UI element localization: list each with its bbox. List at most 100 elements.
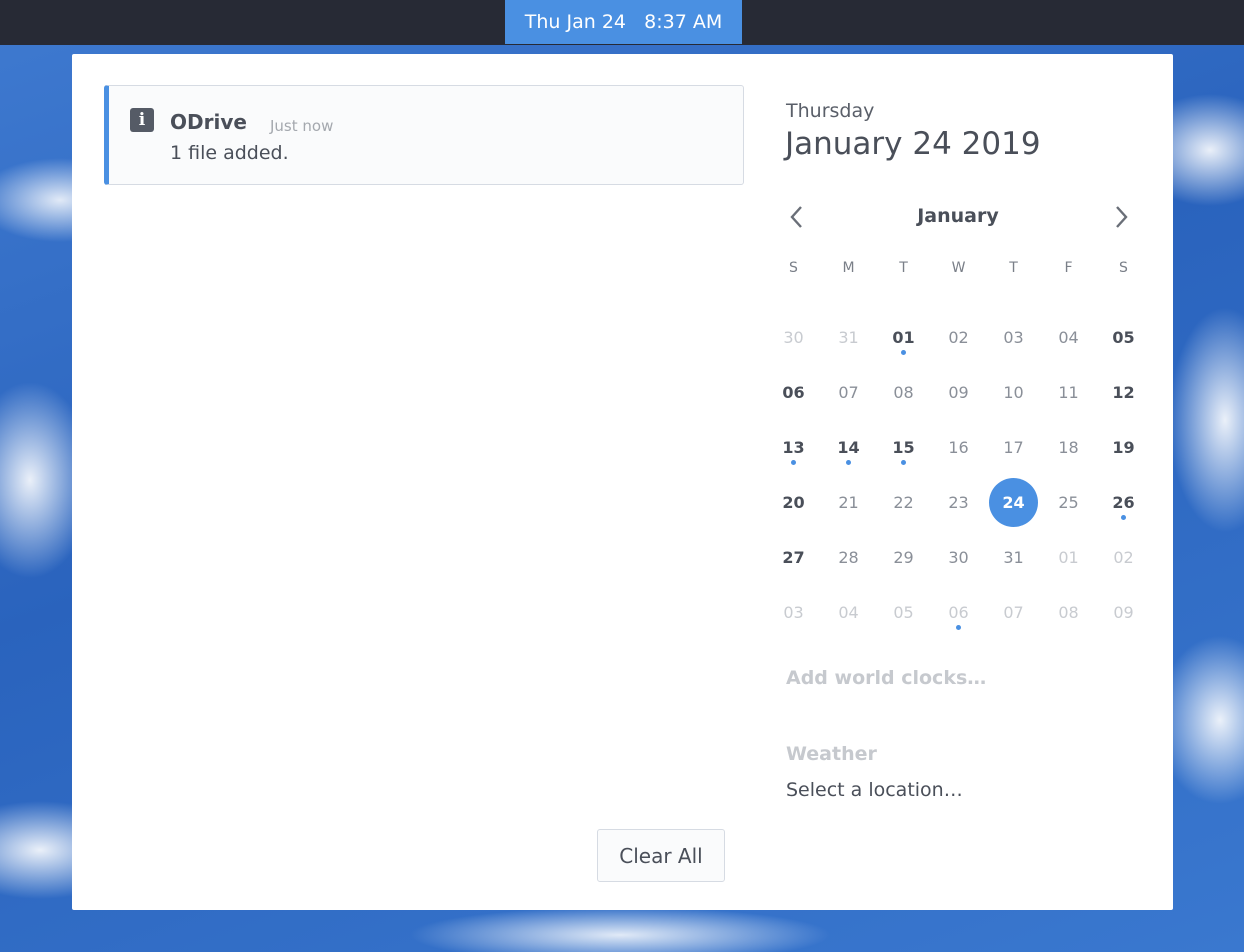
day-number: 08 [1058,603,1079,622]
calendar-day[interactable]: 04 [821,585,876,640]
day-number: 12 [1112,383,1135,402]
date-time-button[interactable]: Thu Jan 24 8:37 AM [505,0,742,44]
calendar-day[interactable]: 07 [986,585,1041,640]
select-location-link[interactable]: Select a location… [786,779,963,801]
day-number: 28 [838,548,859,567]
weekday-label: M [842,260,855,276]
calendar-day[interactable]: 06 [931,585,986,640]
day-number: 10 [1003,383,1024,402]
day-number: 09 [948,383,969,402]
calendar-day[interactable]: 11 [1041,365,1096,420]
day-number: 07 [838,383,859,402]
calendar-day[interactable]: 03 [766,585,821,640]
calendar-day[interactable]: 16 [931,420,986,475]
weekday-label: S [789,260,798,276]
event-dot [901,350,906,355]
calendar-day[interactable]: 26 [1096,475,1151,530]
day-number: 05 [1112,328,1135,347]
weekday-label: S [1119,260,1128,276]
add-world-clocks-link[interactable]: Add world clocks… [786,667,986,689]
calendar-day[interactable]: 02 [1096,530,1151,585]
calendar-day[interactable]: 22 [876,475,931,530]
day-number: 29 [893,548,914,567]
day-number: 06 [782,383,805,402]
calendar-day[interactable]: 20 [766,475,821,530]
calendar-day[interactable]: 08 [1041,585,1096,640]
notification-app-name: ODrive [170,110,247,134]
calendar-day[interactable]: 14 [821,420,876,475]
calendar-day[interactable]: 09 [1096,585,1151,640]
calendar-day[interactable]: 25 [1041,475,1096,530]
calendar-day[interactable]: 08 [876,365,931,420]
event-dot [1121,515,1126,520]
day-number: 18 [1058,438,1079,457]
calendar-day[interactable]: 21 [821,475,876,530]
weather-title: Weather [786,743,877,765]
calendar-day[interactable]: 13 [766,420,821,475]
calendar-day[interactable]: 17 [986,420,1041,475]
notification-item[interactable]: i ODrive Just now 1 file added. [104,85,744,185]
calendar-day[interactable]: 31 [986,530,1041,585]
calendar-day[interactable]: 15 [876,420,931,475]
day-number: 24 [1002,493,1025,512]
calendar-day[interactable]: 31 [821,310,876,365]
day-number: 26 [1112,493,1135,512]
month-label: January [917,205,999,227]
clear-all-button[interactable]: Clear All [597,829,725,882]
calendar-day[interactable]: 23 [931,475,986,530]
notification-body: 1 file added. [170,142,289,164]
calendar-day[interactable]: 27 [766,530,821,585]
weekday-label: W [951,260,966,276]
day-number: 08 [893,383,914,402]
calendar-day[interactable]: 29 [876,530,931,585]
calendar-popover: i ODrive Just now 1 file added. Clear Al… [72,54,1173,910]
previous-month-button[interactable] [781,199,811,235]
day-number: 09 [1113,603,1134,622]
calendar-day[interactable]: 05 [876,585,931,640]
day-number: 13 [782,438,805,457]
day-number: 20 [782,493,805,512]
calendar-day[interactable]: 02 [931,310,986,365]
day-number: 23 [948,493,969,512]
day-number: 31 [838,328,859,347]
calendar-day[interactable]: 01 [1041,530,1096,585]
event-dot [956,625,961,630]
calendar-day[interactable]: 04 [1041,310,1096,365]
calendar-day[interactable]: 18 [1041,420,1096,475]
day-number: 01 [892,328,915,347]
day-number: 01 [1058,548,1079,567]
calendar-day[interactable]: 12 [1096,365,1151,420]
chevron-left-icon [790,206,802,228]
calendar-day[interactable]: 30 [766,310,821,365]
calendar-day[interactable]: 05 [1096,310,1151,365]
calendar-day[interactable]: 10 [986,365,1041,420]
calendar-day[interactable]: 06 [766,365,821,420]
chevron-right-icon [1116,206,1128,228]
info-icon: i [130,108,154,132]
calendar-grid: 30 31 01 02 03 04 05 06 07 08 09 10 11 12 13 14 15 16 17 18… [766,310,1151,640]
day-name[interactable]: Thursday [786,100,874,122]
day-number: 03 [1003,328,1024,347]
calendar-day-today[interactable]: 24 [986,475,1041,530]
top-bar: Thu Jan 24 8:37 AM [0,0,1244,45]
calendar-day[interactable]: 30 [931,530,986,585]
calendar-day[interactable]: 09 [931,365,986,420]
calendar-day[interactable]: 19 [1096,420,1151,475]
calendar-day[interactable]: 01 [876,310,931,365]
day-number: 31 [1003,548,1024,567]
calendar-day[interactable]: 03 [986,310,1041,365]
day-number: 21 [838,493,859,512]
day-number: 22 [893,493,914,512]
day-number: 27 [782,548,805,567]
calendar-day[interactable]: 28 [821,530,876,585]
next-month-button[interactable] [1107,199,1137,235]
day-number: 15 [892,438,915,457]
day-number: 30 [948,548,969,567]
full-date[interactable]: January 24 2019 [785,126,1041,162]
day-number: 02 [1113,548,1134,567]
event-dot [791,460,796,465]
day-number: 04 [1058,328,1079,347]
weekday-label: T [1009,260,1018,276]
day-number: 05 [893,603,914,622]
calendar-day[interactable]: 07 [821,365,876,420]
